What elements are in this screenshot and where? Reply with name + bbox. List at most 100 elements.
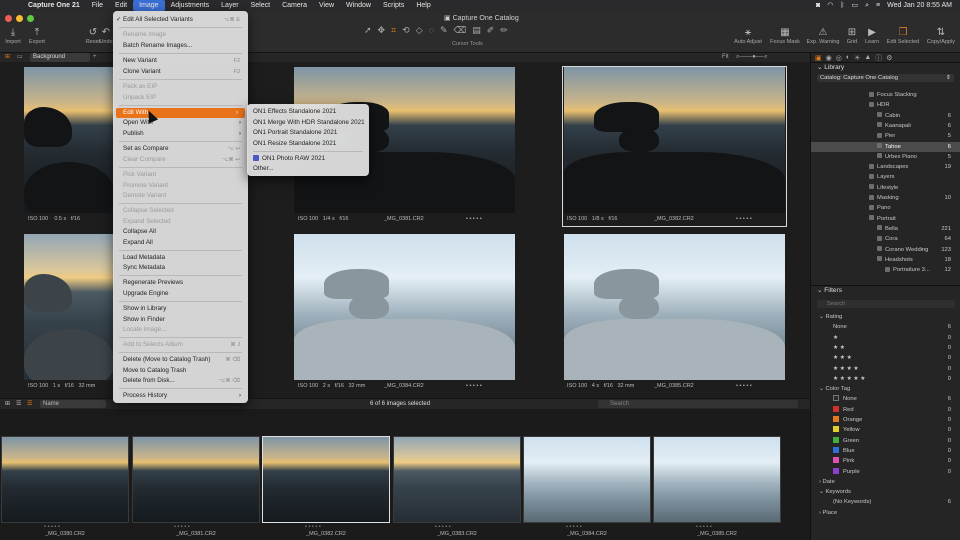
menu-window[interactable]: Window [340,0,377,11]
image-preview-0380[interactable] [24,67,114,213]
menu-app-name[interactable]: Capture One 21 [22,0,86,11]
date-filter-header[interactable]: › Date [811,477,960,487]
tree-item-cora[interactable]: Cora 64 [811,234,960,244]
tree-item-portraiture[interactable]: Portraiture 3... 12 [811,265,960,275]
filmstrip-thumb-0385[interactable] [653,436,781,523]
submenu-on1-effects[interactable]: ON1 Effects Standalone 2021 [247,107,369,117]
settings-tab-icon[interactable]: ⚙ [886,54,892,62]
menu-publish[interactable]: Publish › [113,129,248,139]
menu-sync-metadata[interactable]: Sync Metadata [113,263,248,273]
menu-adjustments[interactable]: Adjustments [165,0,216,11]
tree-item-layers[interactable]: Layers [811,172,960,182]
filmstrip-rating-0380[interactable]: • • • • • [44,524,60,530]
add-icon[interactable]: + [93,53,97,62]
rating-3-star[interactable]: ★ ★ ★ 0 [811,353,960,363]
tree-item-corano-wedding[interactable]: Corano Wedding 123 [811,245,960,255]
undo-button[interactable]: ↶ Undo [98,27,114,45]
color-tag-red[interactable]: Red 0 [811,405,960,415]
color-tag-pink[interactable]: Pink 0 [811,456,960,466]
color-picker-icon[interactable]: ✐ [487,25,495,36]
tree-item-portrait[interactable]: Portrait [811,214,960,224]
menu-clone-variant[interactable]: Clone Variant F3 [113,67,248,77]
exposure-tab-icon[interactable]: ☀ [854,54,860,62]
menu-view[interactable]: View [313,0,340,11]
export-button[interactable]: ⤒ Export [22,27,52,45]
color-tag-purple[interactable]: Purple 0 [811,467,960,477]
menu-file[interactable]: File [86,0,109,11]
image-preview-0385[interactable] [564,234,785,380]
exposure-warning-button[interactable]: ⚠ Exp. Warning [804,27,842,45]
submenu-on1-resize[interactable]: ON1 Resize Standalone 2021 [247,139,369,149]
pan-tool-icon[interactable]: ✥ [378,25,386,36]
tree-item-bella[interactable]: Bella 221 [811,224,960,234]
menu-edit[interactable]: Edit [109,0,133,11]
fit-label[interactable]: Fit [722,53,729,62]
filters-search-input[interactable]: Search [817,300,955,308]
rating-5-star[interactable]: ★ ★ ★ ★ ★ 0 [811,374,960,384]
menu-open-with[interactable]: Open With › [113,118,248,128]
submenu-on1-merge-hdr[interactable]: ON1 Merge With HDR Standalone 2021 [247,118,369,128]
library-header[interactable]: ⌄ Library [811,62,960,72]
tree-item-hdr[interactable]: HDR [811,100,960,110]
rating-4-star[interactable]: ★ ★ ★ ★ 0 [811,364,960,374]
browser-search-input[interactable]: Search [598,400,798,408]
learn-button[interactable]: ▶ Learn [858,27,886,45]
catalog-select[interactable]: Catalog: Capture One Catalog ⇕ [817,74,954,82]
rating-none[interactable]: None 6 [811,322,960,332]
menu-set-as-compare[interactable]: Set as Compare ⌥ ↩ [113,144,248,154]
submenu-on1-photo-raw[interactable]: ON1 Photo RAW 2021 [247,154,369,164]
submenu-other[interactable]: Other... [247,164,369,174]
filmstrip-thumb-0383[interactable] [393,436,521,523]
menu-expand-all[interactable]: Expand All [113,238,248,248]
tree-item-urbex-piano[interactable]: Urbex Piano 5 [811,152,960,162]
grid-view-icon[interactable]: ⊞ [5,53,10,62]
tree-item-landscapes[interactable]: Landscapes 19 [811,162,960,172]
rating-dots-0382[interactable]: • • • • • [736,216,752,222]
tree-item-cabin[interactable]: Cabin 6 [811,111,960,121]
tree-item-pier[interactable]: Pier 5 [811,131,960,141]
menu-show-in-finder[interactable]: Show in Finder [113,315,248,325]
wifi-icon[interactable]: ◠ [827,0,833,11]
color-tab-icon[interactable]: ◐ [846,54,850,61]
focus-mask-button[interactable]: ▦ Focus Mask [768,27,802,45]
search-spotlight-icon[interactable]: ⌕ [865,0,869,11]
spot-tool-icon[interactable]: ◌ [429,25,434,36]
zoom-slider[interactable]: ⌕───●──⌕ [736,53,768,62]
crop-tool-icon[interactable]: ⌗ [391,25,396,36]
menu-regenerate-previews[interactable]: Regenerate Previews [113,278,248,288]
menu-new-variant[interactable]: New Variant F2 [113,56,248,66]
menu-batch-rename[interactable]: Batch Rename Images... [113,41,248,51]
submenu-on1-portrait[interactable]: ON1 Portrait Standalone 2021 [247,128,369,138]
filmstrip-thumb-0384[interactable] [523,436,651,523]
edit-selected-button[interactable]: ❐ Edit Selected [883,27,923,45]
menu-collapse-all[interactable]: Collapse All [113,227,248,237]
menu-edit-all-selected-variants[interactable]: ✓ Edit All Selected Variants ⌥⌘ E [113,15,248,25]
filmstrip-thumb-0382[interactable] [262,436,390,523]
menu-delete-move-to-trash[interactable]: Delete (Move to Catalog Trash) ⌘ ⌫ [113,355,248,365]
details-tab-icon[interactable]: ▲ [864,54,871,61]
filmstrip-rating-0382[interactable]: • • • • • [305,524,321,530]
select-cursor-icon[interactable]: ➚ [364,25,372,36]
annotate-icon[interactable]: ✏ [500,25,508,36]
draw-mask-icon[interactable]: ✎ [440,25,448,36]
no-keywords-item[interactable]: (No Keywords) 6 [811,497,960,507]
single-view-icon[interactable]: ▭ [17,53,23,62]
filmstrip-thumb-0380[interactable] [1,436,129,523]
rating-dots-0385[interactable]: • • • • • [736,383,752,389]
menu-scripts[interactable]: Scripts [377,0,410,11]
tree-item-pano[interactable]: Pano [811,203,960,213]
filmstrip-rating-0383[interactable]: • • • • • [435,524,451,530]
tree-item-headshots[interactable]: Headshots 18 [811,255,960,265]
erase-mask-icon[interactable]: ⌫ [454,25,467,36]
filters-header[interactable]: ⌄ Filters [811,285,960,295]
menu-help[interactable]: Help [410,0,436,11]
rating-1-star[interactable]: ★ 0 [811,333,960,343]
background-select[interactable]: Background [30,53,90,62]
tree-item-kaanapali[interactable]: Kaanapali 6 [811,121,960,131]
filmstrip-rating-0385[interactable]: • • • • • [696,524,712,530]
image-preview-0382[interactable] [564,67,785,213]
close-window-button[interactable] [5,15,12,22]
menu-show-in-library[interactable]: Show in Library [113,304,248,314]
menu-upgrade-engine[interactable]: Upgrade Engine [113,289,248,299]
menu-image[interactable]: Image [133,0,165,11]
